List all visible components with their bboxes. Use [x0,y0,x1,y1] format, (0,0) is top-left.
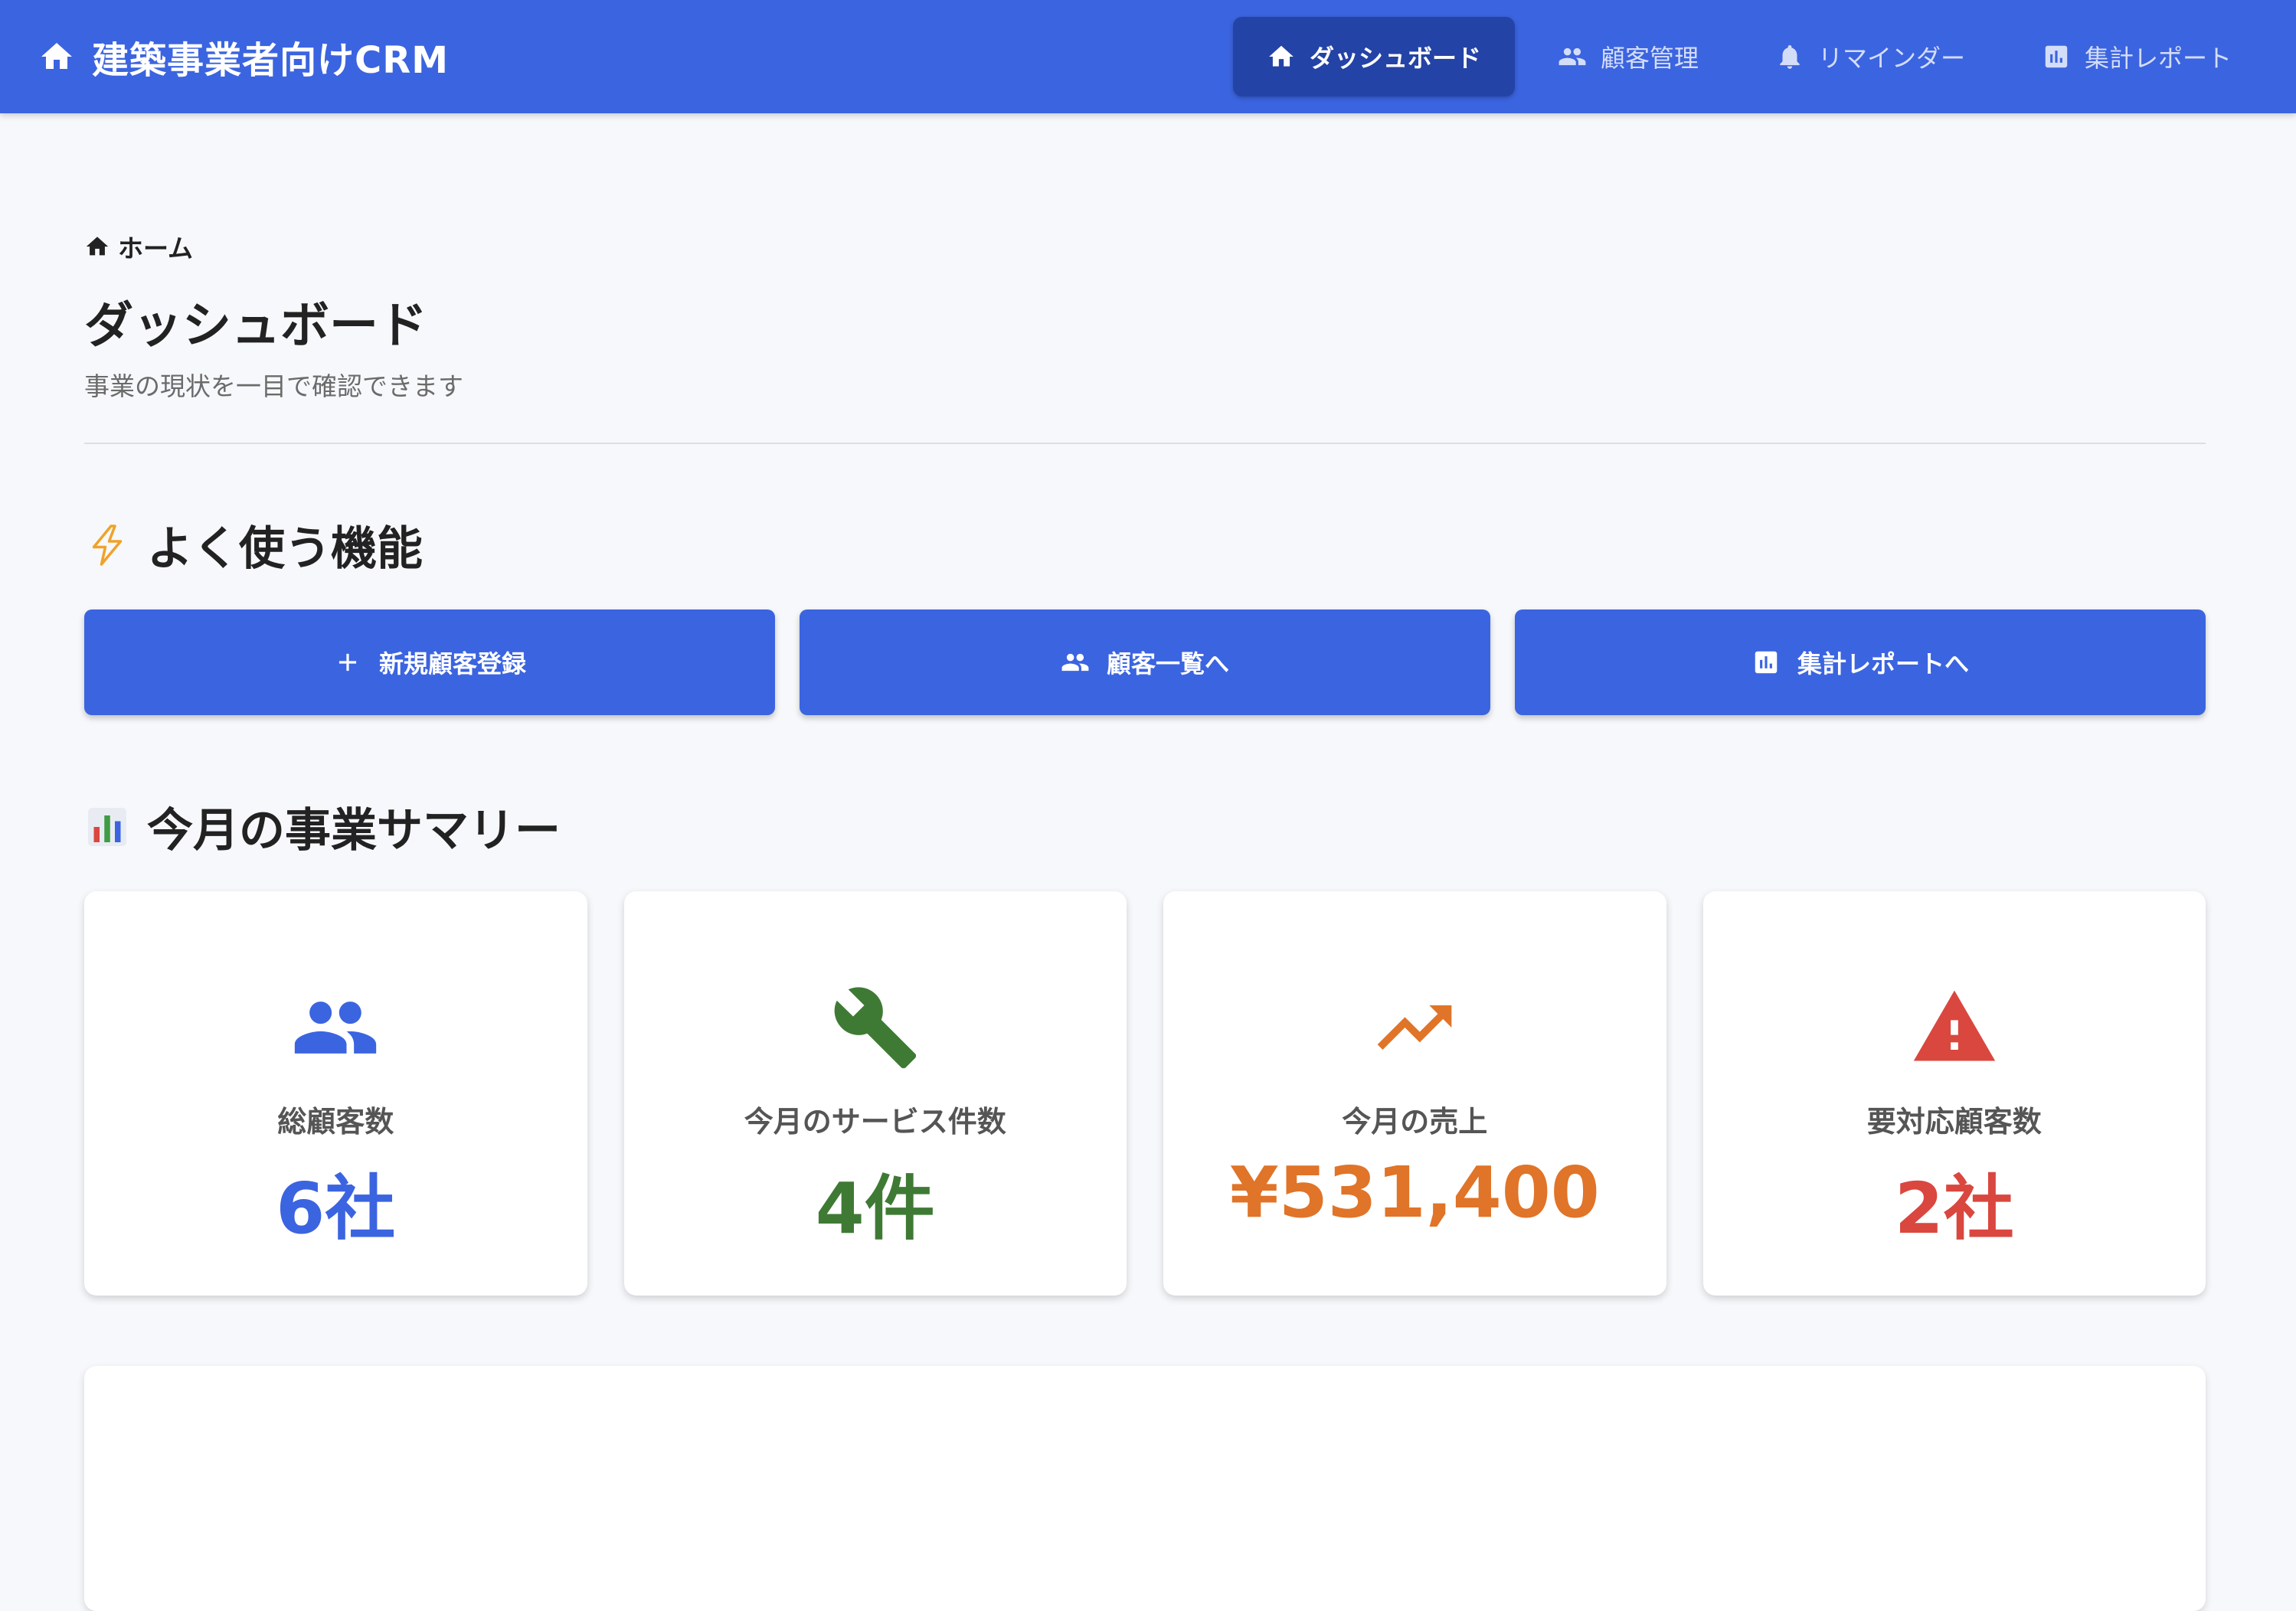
home-icon [1269,45,1294,67]
summary-card-attention: 要対応顧客数 2社 [1702,891,2206,1296]
home-icon [86,237,109,256]
app-bar: 建築事業者向けCRM ダッシュボード 顧客管理 リマインダー 集計レポート [0,0,2296,113]
wrench-icon [834,987,916,1069]
page-subtitle: 事業の現状を一目で確認できます [84,371,463,401]
people-icon [1061,653,1089,672]
summary-card-services: 今月のサービス件数 4件 [623,891,1127,1296]
quick-actions-title: よく使う機能 [84,511,423,578]
top-nav: ダッシュボード 顧客管理 リマインダー 集計レポート [1232,17,2265,96]
breadcrumb[interactable]: ホーム [84,228,193,265]
bar-chart-icon [88,807,126,846]
card-label: 総顧客数 [277,1105,394,1139]
nav-item-customers[interactable]: 顧客管理 [1524,17,1732,96]
card-value: 6社 [276,1168,396,1250]
summary-card-customers: 総顧客数 6社 [84,891,587,1296]
app-title: 建築事業者向けCRM [92,39,449,82]
nav-item-dashboard[interactable]: ダッシュボード [1232,17,1515,96]
summary-card-sales: 今月の売上 ¥531,400 [1163,891,1666,1296]
summary-cards: 総顧客数 6社 今月のサービス件数 4件 今月の売上 ¥531,400 要対応顧… [84,891,2206,1296]
card-value: 4件 [815,1168,935,1250]
card-label: 要対応顧客数 [1866,1105,2042,1139]
card-value: 2社 [1894,1168,2014,1250]
button-label: 新規顧客登録 [378,649,526,678]
nav-item-reminders[interactable]: リマインダー [1742,17,1999,96]
brand[interactable]: 建築事業者向けCRM [38,0,449,113]
breadcrumb-label: ホーム [118,234,194,263]
nav-item-reports[interactable]: 集計レポート [2008,17,2265,96]
people-icon [295,1002,377,1054]
report-icon [1755,651,1778,674]
plus-icon [339,653,357,672]
nav-label: 顧客管理 [1600,44,1699,73]
page-title: ダッシュボード [84,298,427,355]
new-customer-button[interactable]: 新規顧客登録 [84,609,775,715]
nav-label: ダッシュボード [1309,44,1481,73]
nav-label: 集計レポート [2084,44,2232,73]
section-title-text: 今月の事業サマリー [147,804,561,858]
trending-up-icon [1377,1005,1452,1050]
card-label: 今月のサービス件数 [744,1105,1006,1139]
bell-icon [1780,44,1800,69]
people-icon [1558,47,1586,66]
bottom-panel [84,1366,2206,1611]
card-label: 今月の売上 [1342,1105,1488,1139]
customer-list-button[interactable]: 顧客一覧へ [800,609,1490,715]
section-title-text: よく使う機能 [147,522,423,576]
warning-icon [1913,990,1995,1061]
divider [84,443,2206,444]
home-icon [41,43,72,69]
summary-title: 今月の事業サマリー [84,793,561,860]
report-icon [2045,45,2068,68]
quick-actions: 新規顧客登録 顧客一覧へ 集計レポートへ [84,609,2206,715]
button-label: 顧客一覧へ [1106,649,1229,678]
card-value: ¥531,400 [1229,1152,1600,1234]
button-label: 集計レポートへ [1797,649,1969,678]
nav-label: リマインダー [1817,44,1965,73]
lightning-icon [92,524,123,566]
report-button[interactable]: 集計レポートへ [1515,609,2206,715]
